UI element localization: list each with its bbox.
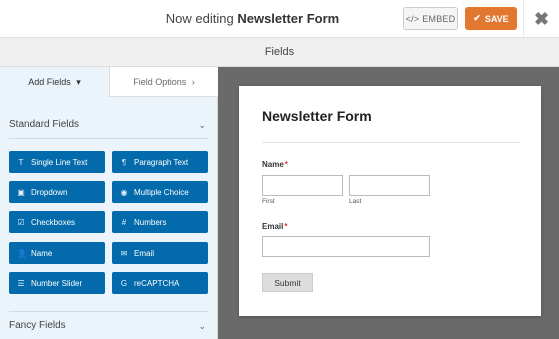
email-label: Email* xyxy=(262,222,287,231)
fancy-fields-label: Fancy Fields xyxy=(9,320,66,331)
tab-field-options-label: Field Options xyxy=(133,77,187,87)
field-button-label: Single Line Text xyxy=(31,157,88,167)
field-button-label: Dropdown xyxy=(31,187,68,197)
field-button-label: Name xyxy=(31,248,53,258)
save-label: SAVE xyxy=(484,13,509,24)
field-button-checkboxes[interactable]: ☑ Checkboxes xyxy=(9,211,105,233)
submit-label: Submit xyxy=(274,277,301,288)
required-mark: * xyxy=(284,160,288,169)
tab-field-options[interactable]: Field Options › xyxy=(109,67,218,97)
sliders-icon: ☰ xyxy=(17,278,25,288)
field-button-label: reCAPTCHA xyxy=(134,278,180,288)
email-label-text: Email xyxy=(262,222,284,231)
text-icon: T xyxy=(18,157,24,167)
last-sublabel: Last xyxy=(349,198,362,205)
chevron-right-icon: › xyxy=(191,77,195,87)
chevron-down-icon: ⌄ xyxy=(198,120,206,130)
title-prefix: Now editing xyxy=(165,11,234,26)
field-button-email[interactable]: ✉ Email xyxy=(112,242,208,264)
sidebar: Add Fields ▾ Field Options › Standard Fi… xyxy=(0,67,218,339)
radio-icon: ◉ xyxy=(120,187,128,197)
checkbox-icon: ☑ xyxy=(17,217,25,227)
field-button-name[interactable]: 👤 Name xyxy=(9,242,105,264)
last-name-input[interactable] xyxy=(349,175,430,196)
field-button-label: Email xyxy=(134,248,155,258)
field-button-recaptcha[interactable]: GreCAPTCHA xyxy=(112,272,208,294)
fields-bar: Fields xyxy=(0,38,559,67)
field-button-label: Paragraph Text xyxy=(134,157,189,167)
dropdown-icon: ▣ xyxy=(17,187,25,197)
field-button-dropdown[interactable]: ▣ Dropdown xyxy=(9,181,105,203)
field-button-single-line-text[interactable]: T Single Line Text xyxy=(9,151,105,173)
form-name: Newsletter Form xyxy=(237,11,340,26)
form-title: Newsletter Form xyxy=(262,108,372,124)
form-preview: Newsletter Form Name* First Last Email* … xyxy=(239,86,541,316)
submit-button[interactable]: Submit xyxy=(262,273,313,292)
envelope-icon: ✉ xyxy=(120,248,128,258)
first-sublabel: First xyxy=(262,198,275,205)
hash-icon: # xyxy=(121,217,127,227)
chevron-down-icon: ⌄ xyxy=(198,321,206,331)
field-button-label: Numbers xyxy=(134,217,167,227)
standard-fields-header[interactable]: Standard Fields ⌄ xyxy=(9,111,208,139)
fields-bar-label: Fields xyxy=(264,46,295,58)
close-icon[interactable]: ✖ xyxy=(523,0,559,38)
field-button-label: Checkboxes xyxy=(31,217,76,227)
save-button[interactable]: ✔ SAVE xyxy=(465,7,517,30)
chevron-down-icon: ▾ xyxy=(76,77,81,87)
email-input[interactable] xyxy=(262,236,430,257)
field-button-multiple-choice[interactable]: ◉ Multiple Choice xyxy=(112,181,208,203)
field-button-paragraph-text[interactable]: ¶ Paragraph Text xyxy=(112,151,208,173)
embed-button[interactable]: </> EMBED xyxy=(403,7,458,30)
field-button-label: Number Slider xyxy=(31,278,83,288)
name-label-text: Name xyxy=(262,160,284,169)
check-icon: ✔ xyxy=(473,13,481,23)
standard-fields-label: Standard Fields xyxy=(9,119,80,130)
tab-add-fields-label: Add Fields xyxy=(28,77,71,87)
divider xyxy=(262,142,520,143)
tab-add-fields[interactable]: Add Fields ▾ xyxy=(0,67,109,97)
first-name-input[interactable] xyxy=(262,175,343,196)
sidebar-tabs: Add Fields ▾ Field Options › xyxy=(0,67,218,97)
field-button-label: Multiple Choice xyxy=(134,187,189,197)
top-bar: Now editing Newsletter Form </> EMBED ✔ … xyxy=(0,0,559,38)
code-icon: </> xyxy=(405,13,420,24)
field-button-number-slider[interactable]: ☰ Number Slider xyxy=(9,272,105,294)
paragraph-icon: ¶ xyxy=(121,157,127,167)
name-label: Name* xyxy=(262,160,288,169)
fancy-fields-header[interactable]: Fancy Fields ⌄ xyxy=(9,311,208,339)
embed-label: EMBED xyxy=(422,13,456,24)
required-mark: * xyxy=(284,222,288,231)
user-icon: 👤 xyxy=(17,248,27,258)
field-button-numbers[interactable]: # Numbers xyxy=(112,211,208,233)
google-icon: G xyxy=(120,278,128,288)
